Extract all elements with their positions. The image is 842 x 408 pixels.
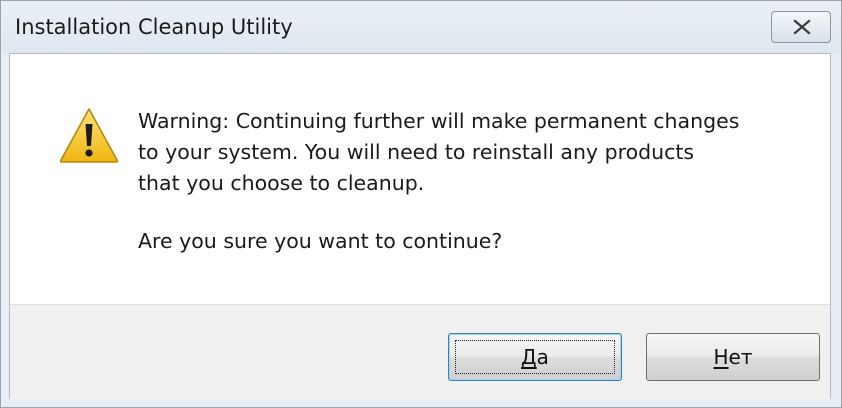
message-line-3: that you choose to cleanup. [138,171,425,195]
message-line-2: to your system. You will need to reinsta… [138,140,695,164]
dialog-window: Installation Cleanup Utility Warning: Co… [0,0,842,408]
title-bar[interactable]: Installation Cleanup Utility [1,1,841,53]
window-title: Installation Cleanup Utility [15,15,293,39]
close-button[interactable] [771,11,831,43]
message-line-1: Warning: Continuing further will make pe… [138,109,740,133]
warning-icon [59,108,119,163]
no-button[interactable]: Нет [646,333,820,381]
focus-ring [455,340,615,374]
dialog-client-area: Warning: Continuing further will make pe… [9,53,831,400]
close-icon [793,19,811,35]
yes-button[interactable]: Да [448,333,622,381]
warning-message: Warning: Continuing further will make pe… [138,106,818,199]
no-button-label: ет [728,345,753,369]
confirmation-question: Are you sure you want to continue? [138,229,503,253]
button-bar: Да Нет [10,304,830,400]
message-area: Warning: Continuing further will make pe… [10,54,830,304]
no-button-mnemonic: Н [713,345,729,369]
